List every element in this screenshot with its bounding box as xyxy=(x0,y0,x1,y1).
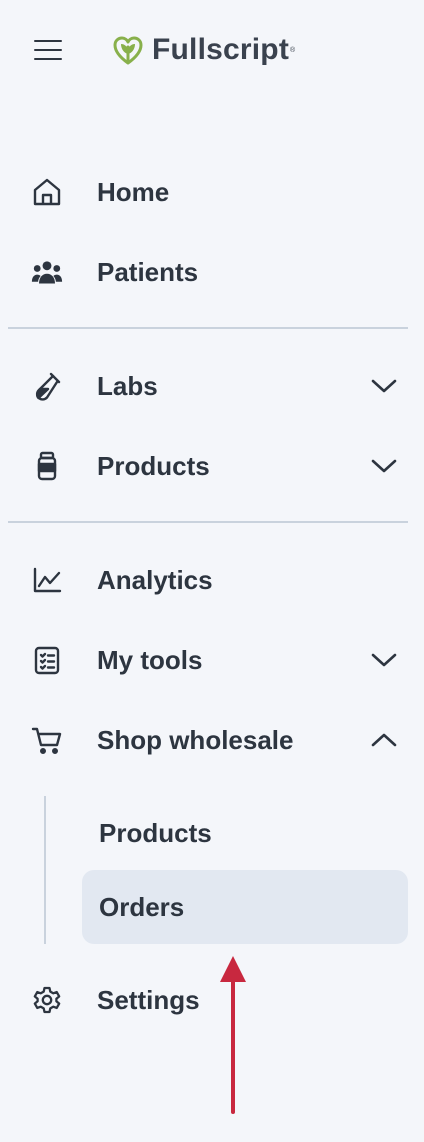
top-bar: Fullscript ® xyxy=(0,0,424,100)
divider xyxy=(8,327,408,329)
fullscript-logo[interactable]: Fullscript ® xyxy=(112,30,295,70)
nav-label-patients: Patients xyxy=(97,256,199,287)
nav-item-settings[interactable]: Settings xyxy=(0,970,424,1030)
submenu-label-products: Products xyxy=(99,817,212,848)
home-icon xyxy=(31,176,63,208)
submenu-indent-line xyxy=(44,796,46,944)
submenu-item-products[interactable]: Products xyxy=(82,796,408,870)
submenu-item-orders[interactable]: Orders xyxy=(82,870,408,944)
cart-icon xyxy=(31,724,63,756)
nav-item-shop-wholesale[interactable]: Shop wholesale xyxy=(0,710,424,770)
submenu-label-orders: Orders xyxy=(99,891,185,922)
chevron-down-icon[interactable] xyxy=(368,644,400,676)
chevron-down-icon[interactable] xyxy=(368,450,400,482)
annotation-arrow-icon xyxy=(220,956,246,1114)
line-chart-icon xyxy=(31,564,63,596)
nav-item-patients[interactable]: Patients xyxy=(0,242,424,302)
bottle-icon xyxy=(31,450,63,482)
nav-label-products: Products xyxy=(97,450,210,481)
nav-label-shop-wholesale: Shop wholesale xyxy=(97,724,294,755)
nav-item-labs[interactable]: Labs xyxy=(0,356,424,416)
hamburger-icon[interactable] xyxy=(34,38,62,62)
nav-item-home[interactable]: Home xyxy=(0,162,424,222)
nav-label-my-tools: My tools xyxy=(97,644,203,675)
logo-text: Fullscript xyxy=(152,33,290,66)
chevron-up-icon[interactable] xyxy=(368,724,400,756)
nav-label-settings: Settings xyxy=(97,984,200,1015)
divider xyxy=(8,521,408,523)
leaf-heart-icon xyxy=(113,36,143,65)
nav-label-labs: Labs xyxy=(97,370,158,401)
nav-item-analytics[interactable]: Analytics xyxy=(0,550,424,610)
nav-item-my-tools[interactable]: My tools xyxy=(0,630,424,690)
nav-label-home: Home xyxy=(97,176,170,207)
chevron-down-icon[interactable] xyxy=(368,370,400,402)
nav-item-products[interactable]: Products xyxy=(0,436,424,496)
checklist-icon xyxy=(31,644,63,676)
users-icon xyxy=(31,256,63,288)
nav-label-analytics: Analytics xyxy=(97,564,213,595)
test-tube-icon xyxy=(31,370,63,402)
gear-icon xyxy=(31,984,63,1016)
